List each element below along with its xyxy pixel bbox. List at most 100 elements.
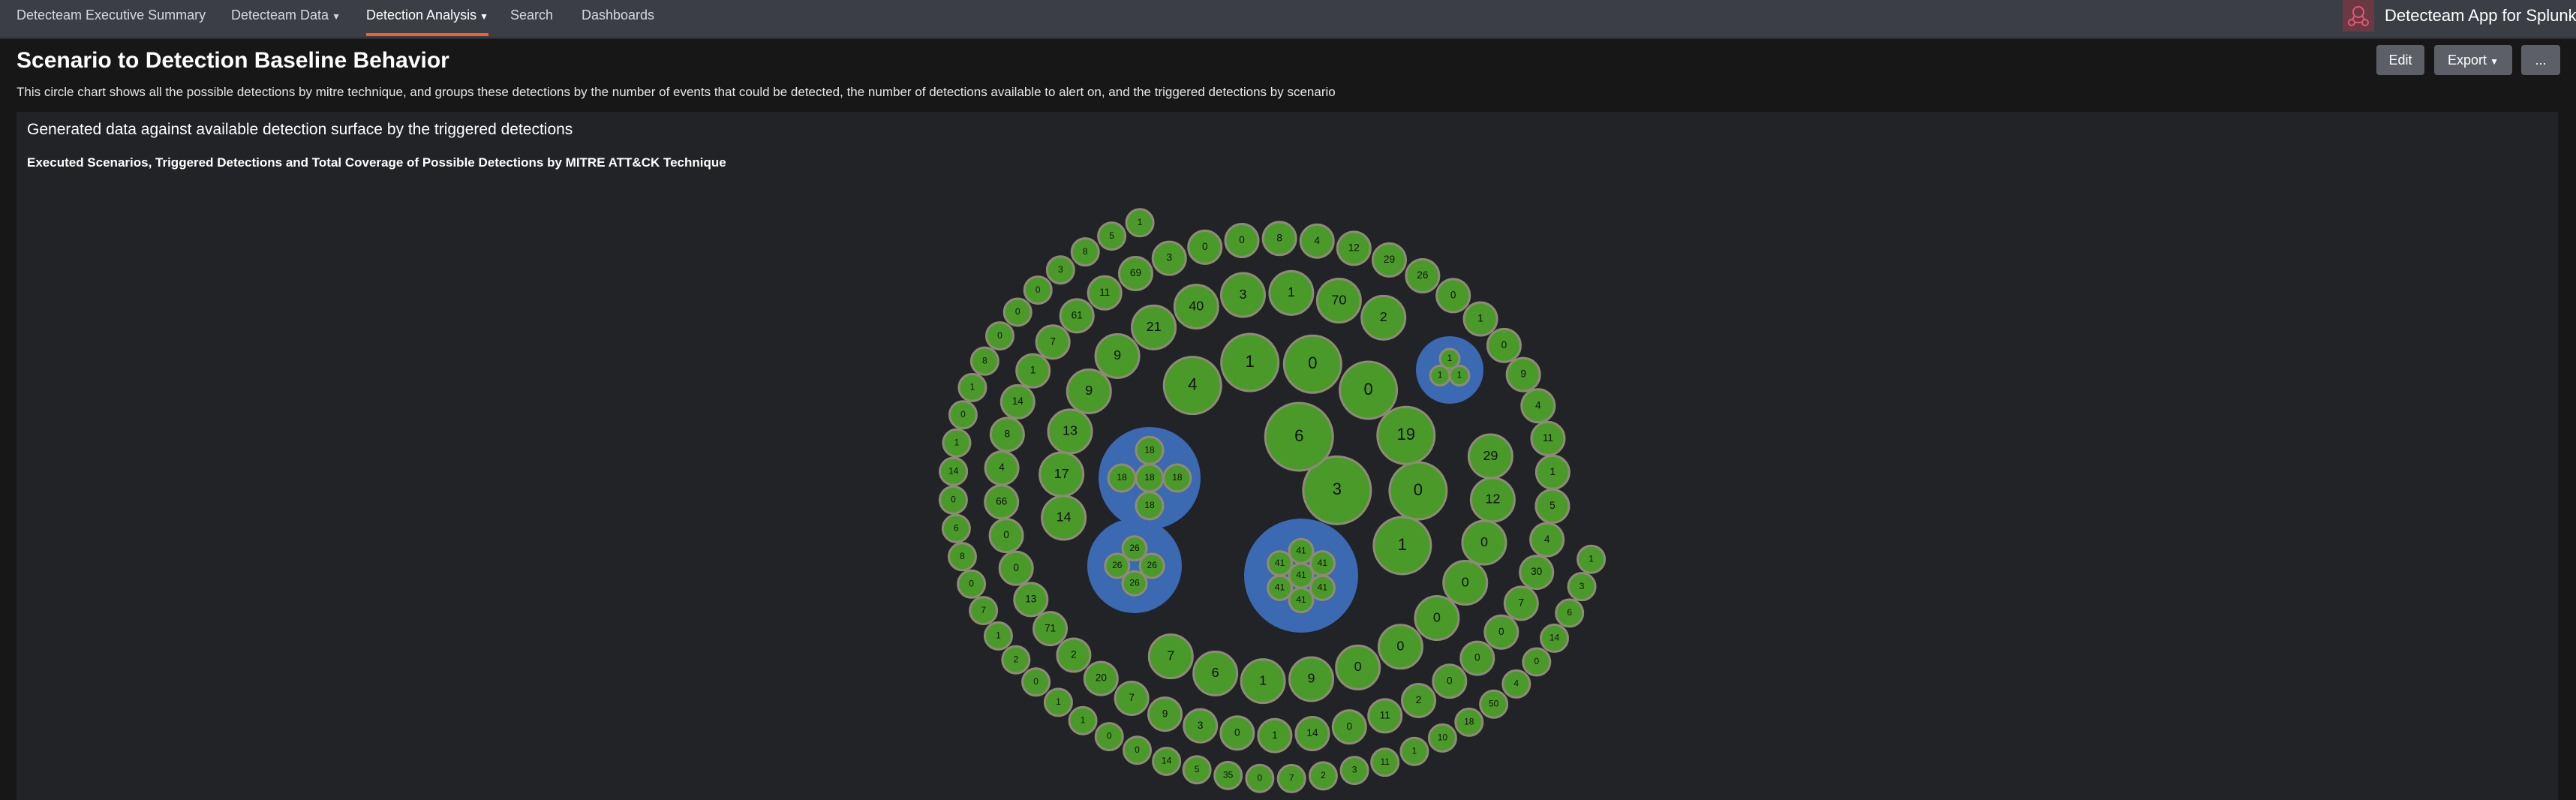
bubble-value-label: 0: [1107, 731, 1112, 741]
bubble-value-label: 14: [948, 465, 959, 476]
bubble-value-label: 11: [1380, 756, 1390, 767]
bubble-value-label: 0: [1015, 306, 1020, 317]
bubble-value-label: 3: [1198, 720, 1204, 731]
bubble-value-label: 18: [1117, 472, 1127, 483]
bubble-value-label: 1: [1447, 353, 1453, 363]
bubble-value-label: 9: [1308, 671, 1315, 686]
bubble-value-label: 7: [1167, 648, 1174, 663]
bubble-value-label: 7: [981, 605, 986, 615]
bubble-value-label: 0: [1450, 289, 1456, 300]
nav-executive-summary[interactable]: Detecteam Executive Summary: [17, 0, 206, 38]
bubble-value-label: 0: [1363, 380, 1372, 398]
bubble-value-label: 21: [1147, 319, 1162, 334]
bubble-value-label: 17: [1054, 466, 1069, 481]
bubble-value-label: 18: [1464, 717, 1474, 727]
bubble-value-label: 2: [1321, 770, 1326, 780]
bubble-value-label: 0: [1013, 562, 1019, 573]
bubble-value-label: 0: [969, 578, 974, 588]
bubble-value-label: 0: [1534, 656, 1539, 666]
bubble-value-label: 3: [1580, 581, 1585, 591]
bubble-value-label: 3: [1166, 252, 1172, 263]
export-button-label: Export: [2448, 53, 2487, 68]
bubble-value-label: 18: [1144, 444, 1155, 455]
nav-detecteam-data[interactable]: Detecteam Data ▼: [231, 0, 341, 38]
bubble-value-label: 0: [1036, 284, 1041, 295]
bubble-value-label: 2: [1071, 649, 1077, 660]
detecteam-logo-icon[interactable]: [2343, 0, 2374, 32]
bubble-value-label: 0: [951, 494, 956, 504]
bubble-value-label: 1: [970, 382, 975, 392]
bubble-value-label: 2: [1014, 654, 1019, 664]
bubble-value-label: 11: [1380, 710, 1390, 721]
bubble-value-label: 41: [1318, 582, 1328, 593]
bubble-value-label: 18: [1144, 472, 1155, 483]
bubble-value-label: 1: [1398, 535, 1407, 554]
bubble-value-label: 8: [1083, 246, 1088, 257]
bubble-value-label: 14: [1057, 510, 1072, 525]
bubble-value-label: 1: [1272, 729, 1278, 741]
bubble-value-label: 1: [1457, 370, 1462, 380]
bubble-value-label: 14: [1306, 727, 1318, 738]
bubble-value-label: 11: [1543, 432, 1553, 444]
caret-down-icon: ▼: [332, 11, 341, 22]
bubble-value-label: 7: [1050, 335, 1056, 347]
nav-detection-analysis[interactable]: Detection Analysis ▼: [366, 0, 488, 38]
nav-item-label: Detection Analysis: [366, 8, 477, 23]
bubble-value-label: 0: [1346, 720, 1352, 732]
bubble-value-label: 70: [1331, 292, 1346, 307]
bubble-value-label: 4: [1188, 374, 1197, 393]
bubble-value-label: 8: [982, 355, 987, 365]
page-title: Scenario to Detection Baseline Behavior: [17, 48, 449, 73]
page-description: This circle chart shows all the possible…: [17, 85, 1336, 99]
edit-button[interactable]: Edit: [2376, 45, 2424, 75]
bubble-value-label: 0: [1474, 652, 1480, 663]
bubble-value-label: 0: [1396, 639, 1404, 654]
scenario-group-bubble[interactable]: [1416, 336, 1483, 404]
nav-item-label: Detecteam Executive Summary: [17, 8, 206, 23]
active-nav-indicator: [366, 33, 488, 36]
bubble-value-label: 7: [1289, 773, 1294, 783]
bubble-value-label: 0: [960, 409, 966, 420]
bubble-value-label: 0: [997, 330, 1002, 341]
nav-item-label: Search: [510, 8, 554, 23]
nav-search[interactable]: Search: [510, 0, 553, 38]
bubble-value-label: 0: [1308, 353, 1317, 372]
bubble-value-label: 4: [1314, 235, 1320, 246]
bubble-value-label: 9: [1162, 708, 1168, 719]
bubble-value-label: 0: [1447, 675, 1453, 686]
bubble-value-label: 1: [954, 437, 960, 447]
bubble-value-label: 4: [1544, 534, 1550, 545]
bubble-value-label: 1: [1056, 696, 1061, 707]
chart-panel: Generated data against available detecti…: [17, 112, 2558, 800]
bubble-value-label: 69: [1130, 267, 1141, 278]
bubble-value-label: 0: [1003, 529, 1009, 540]
more-actions-button[interactable]: ...: [2521, 45, 2560, 75]
export-button[interactable]: Export ▼: [2434, 45, 2512, 75]
bubble-value-label: 66: [996, 495, 1007, 507]
bubble-value-label: 1: [1138, 217, 1143, 227]
bubble-value-label: 8: [960, 551, 965, 561]
bubble-value-label: 4: [1513, 678, 1519, 689]
bubble-value-label: 9: [1114, 347, 1121, 362]
bubble-value-label: 0: [1202, 241, 1208, 252]
bubble-value-label: 6: [1212, 665, 1219, 680]
bubble-value-label: 40: [1189, 298, 1204, 313]
bubble-value-label: 3: [1333, 480, 1342, 498]
bubble-value-label: 3: [1239, 287, 1246, 302]
bubble-value-label: 0: [1462, 574, 1469, 589]
bubble-value-label: 6: [1294, 426, 1303, 445]
bubble-value-label: 1: [1589, 553, 1594, 564]
bubble-value-label: 41: [1275, 582, 1285, 593]
bubble-value-label: 0: [1135, 744, 1140, 755]
bubble-value-label: 18: [1172, 472, 1183, 483]
bubble-value-label: 4: [999, 462, 1005, 473]
scenario-group-bubble[interactable]: [1087, 519, 1182, 613]
bubble-value-label: 6: [954, 522, 959, 533]
bubble-value-label: 1: [1412, 745, 1417, 756]
bubble-value-label: 2: [1380, 309, 1387, 324]
bubble-value-label: 26: [1129, 543, 1140, 553]
nav-dashboards[interactable]: Dashboards: [582, 0, 654, 38]
bubble-value-label: 5: [1195, 764, 1200, 774]
bubble-value-label: 18: [1144, 500, 1155, 510]
bubble-value-label: 71: [1045, 622, 1056, 633]
